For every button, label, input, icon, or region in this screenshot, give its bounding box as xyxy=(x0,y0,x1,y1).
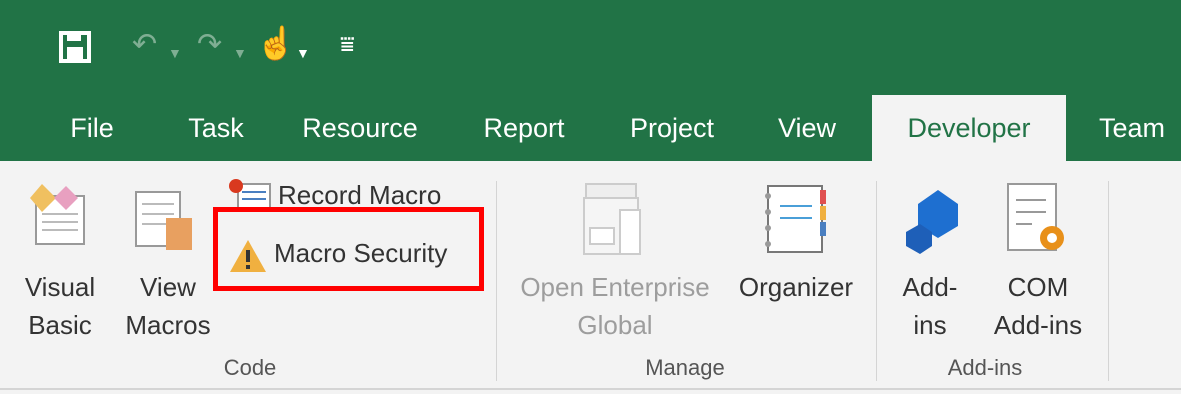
quick-access-toolbar: ↶ ▼ ↷ ▼ ☝ ▼ ⩸ xyxy=(0,0,1181,95)
tab-project[interactable]: Project xyxy=(623,95,721,161)
enterprise-global-icon xyxy=(583,183,641,255)
customize-qat-icon[interactable]: ⩸ xyxy=(340,30,355,60)
save-icon[interactable] xyxy=(58,30,92,64)
view-macros-label-1: View xyxy=(140,272,196,302)
open-enterprise-global-label-1: Open Enterprise xyxy=(520,272,710,302)
organizer-button[interactable] xyxy=(728,180,864,350)
touch-mode-icon[interactable]: ☝ xyxy=(256,27,296,59)
tab-report[interactable]: Report xyxy=(475,95,573,161)
add-ins-label-2: ins xyxy=(913,310,947,340)
ribbon-tabs: File Task Resource Report Project View D… xyxy=(0,95,1181,161)
ribbon-bottom-border xyxy=(0,388,1181,390)
highlight-box xyxy=(213,207,484,291)
tab-file[interactable]: File xyxy=(62,95,122,161)
open-enterprise-global-label-2: Global xyxy=(577,310,653,340)
touch-dropdown-icon[interactable]: ▼ xyxy=(296,38,310,68)
add-ins-icon xyxy=(906,190,958,254)
tab-view[interactable]: View xyxy=(772,95,842,161)
organizer-icon xyxy=(765,185,826,253)
com-add-ins-icon xyxy=(1007,183,1064,251)
com-add-ins-label-1: COM xyxy=(1007,272,1069,302)
visual-basic-label-1: Visual xyxy=(24,272,96,302)
com-add-ins-label-2: Add-ins xyxy=(993,310,1083,340)
organizer-label: Organizer xyxy=(738,272,854,302)
group-label-code: Code xyxy=(223,355,277,380)
tab-developer[interactable]: Developer xyxy=(872,95,1066,161)
group-label-add-ins: Add-ins xyxy=(947,355,1023,380)
group-divider xyxy=(1108,181,1109,381)
redo-dropdown-icon[interactable]: ▼ xyxy=(233,38,247,68)
add-ins-label-1: Add- xyxy=(902,272,958,302)
undo-icon[interactable]: ↶ xyxy=(132,30,157,60)
group-label-manage: Manage xyxy=(645,355,725,380)
redo-icon[interactable]: ↷ xyxy=(197,30,222,60)
view-macros-label-2: Macros xyxy=(125,310,211,340)
tab-task[interactable]: Task xyxy=(185,95,247,161)
group-divider xyxy=(496,181,497,381)
group-divider xyxy=(876,181,877,381)
undo-dropdown-icon[interactable]: ▼ xyxy=(168,38,182,68)
tab-resource[interactable]: Resource xyxy=(296,95,424,161)
visual-basic-label-2: Basic xyxy=(28,310,92,340)
view-macros-icon xyxy=(135,191,192,250)
visual-basic-icon xyxy=(30,184,85,245)
tab-team[interactable]: Team xyxy=(1090,95,1174,161)
